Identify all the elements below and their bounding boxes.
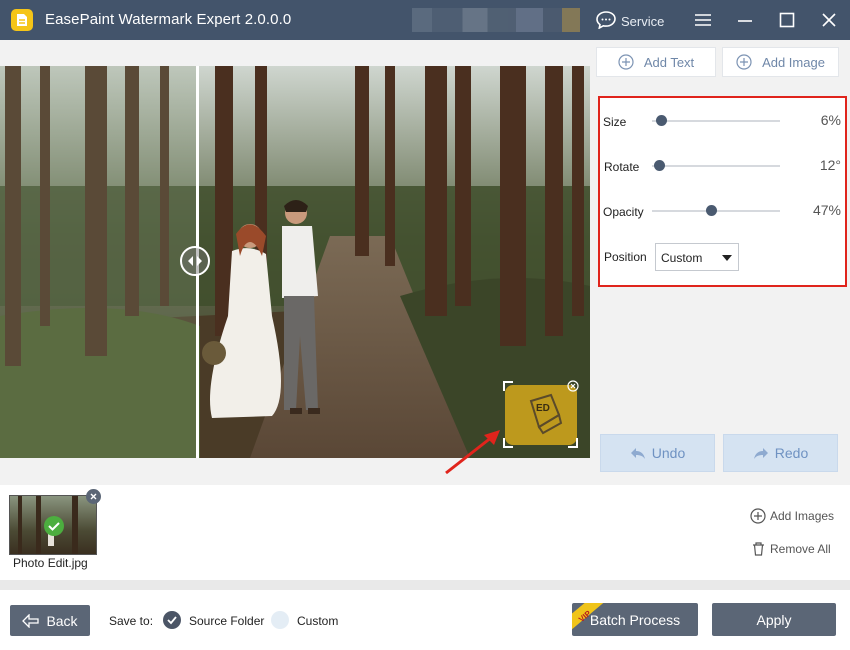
add-image-button[interactable]: Add Image [722,47,839,77]
divider [0,580,850,590]
photo-preview[interactable]: ED [0,66,590,458]
compare-slider-handle[interactable] [180,246,210,276]
undo-label: Undo [651,445,686,461]
close-icon[interactable] [819,10,839,30]
remove-watermark-icon[interactable] [567,380,579,392]
back-arrow-icon [22,613,40,628]
maximize-icon[interactable] [777,10,797,30]
custom-radio[interactable] [271,611,289,629]
batch-process-label: Batch Process [589,611,681,628]
minimize-icon[interactable] [735,10,755,30]
trash-icon [753,542,764,556]
position-select[interactable]: Custom [655,243,739,271]
position-label: Position [604,250,647,264]
rotate-slider-thumb[interactable] [654,160,665,171]
check-icon [44,516,64,536]
redo-button[interactable]: Redo [723,434,838,472]
back-button[interactable]: Back [10,605,90,636]
source-folder-radio[interactable] [163,611,181,629]
watermark-mark-text: ED [536,403,550,414]
undo-button[interactable]: Undo [600,434,715,472]
apply-label: Apply [756,611,792,628]
redo-label: Redo [774,445,809,461]
rotate-value: 12° [819,157,841,173]
add-image-label: Add Image [762,54,825,70]
source-folder-label: Source Folder [189,614,265,628]
size-slider-thumb[interactable] [656,115,667,126]
save-to-label: Save to: [109,614,154,628]
redo-icon [753,448,768,459]
plus-circle-icon [736,54,752,70]
opacity-slider-thumb[interactable] [706,205,717,216]
custom-label: Custom [297,614,339,628]
add-text-label: Add Text [643,54,695,70]
remove-all-label: Remove All [770,542,831,556]
apply-button[interactable]: Apply [712,603,836,636]
remove-all-button[interactable]: Remove All [752,542,831,556]
position-selected-value: Custom [661,251,703,265]
app-title: EasePaint Watermark Expert 2.0.0.0 [45,11,292,28]
app-logo-icon [11,9,33,31]
menu-icon[interactable] [693,10,713,30]
undo-icon [630,448,645,459]
size-label: Size [603,115,627,129]
add-images-button[interactable]: Add Images [750,508,834,524]
blurred-account-info [412,8,580,32]
left-right-arrows-icon [188,256,202,266]
remove-file-icon[interactable] [86,489,101,504]
opacity-label: Opacity [603,205,644,219]
add-text-button[interactable]: Add Text [596,47,716,77]
file-name: Photo Edit.jpg [13,556,88,570]
title-bar: EasePaint Watermark Expert 2.0.0.0 Servi… [0,0,850,40]
resize-corner-bottom-right[interactable] [568,438,578,448]
chevron-down-icon [722,255,732,261]
size-value: 6% [820,112,841,128]
plus-circle-icon [618,54,634,70]
add-images-label: Add Images [770,509,835,523]
service-link[interactable]: Service [621,14,664,29]
rotate-label: Rotate [604,160,640,174]
rotate-slider-track[interactable] [652,165,780,167]
plus-circle-icon [750,508,766,524]
file-list [0,485,850,580]
size-slider-track[interactable] [652,120,780,122]
back-label: Back [46,612,78,629]
annotation-arrow-icon [445,430,500,475]
opacity-value: 47% [812,202,841,218]
batch-process-button[interactable]: Batch Process VIP [572,603,698,636]
chat-icon[interactable] [596,11,616,32]
resize-corner-top-left[interactable] [503,381,513,391]
